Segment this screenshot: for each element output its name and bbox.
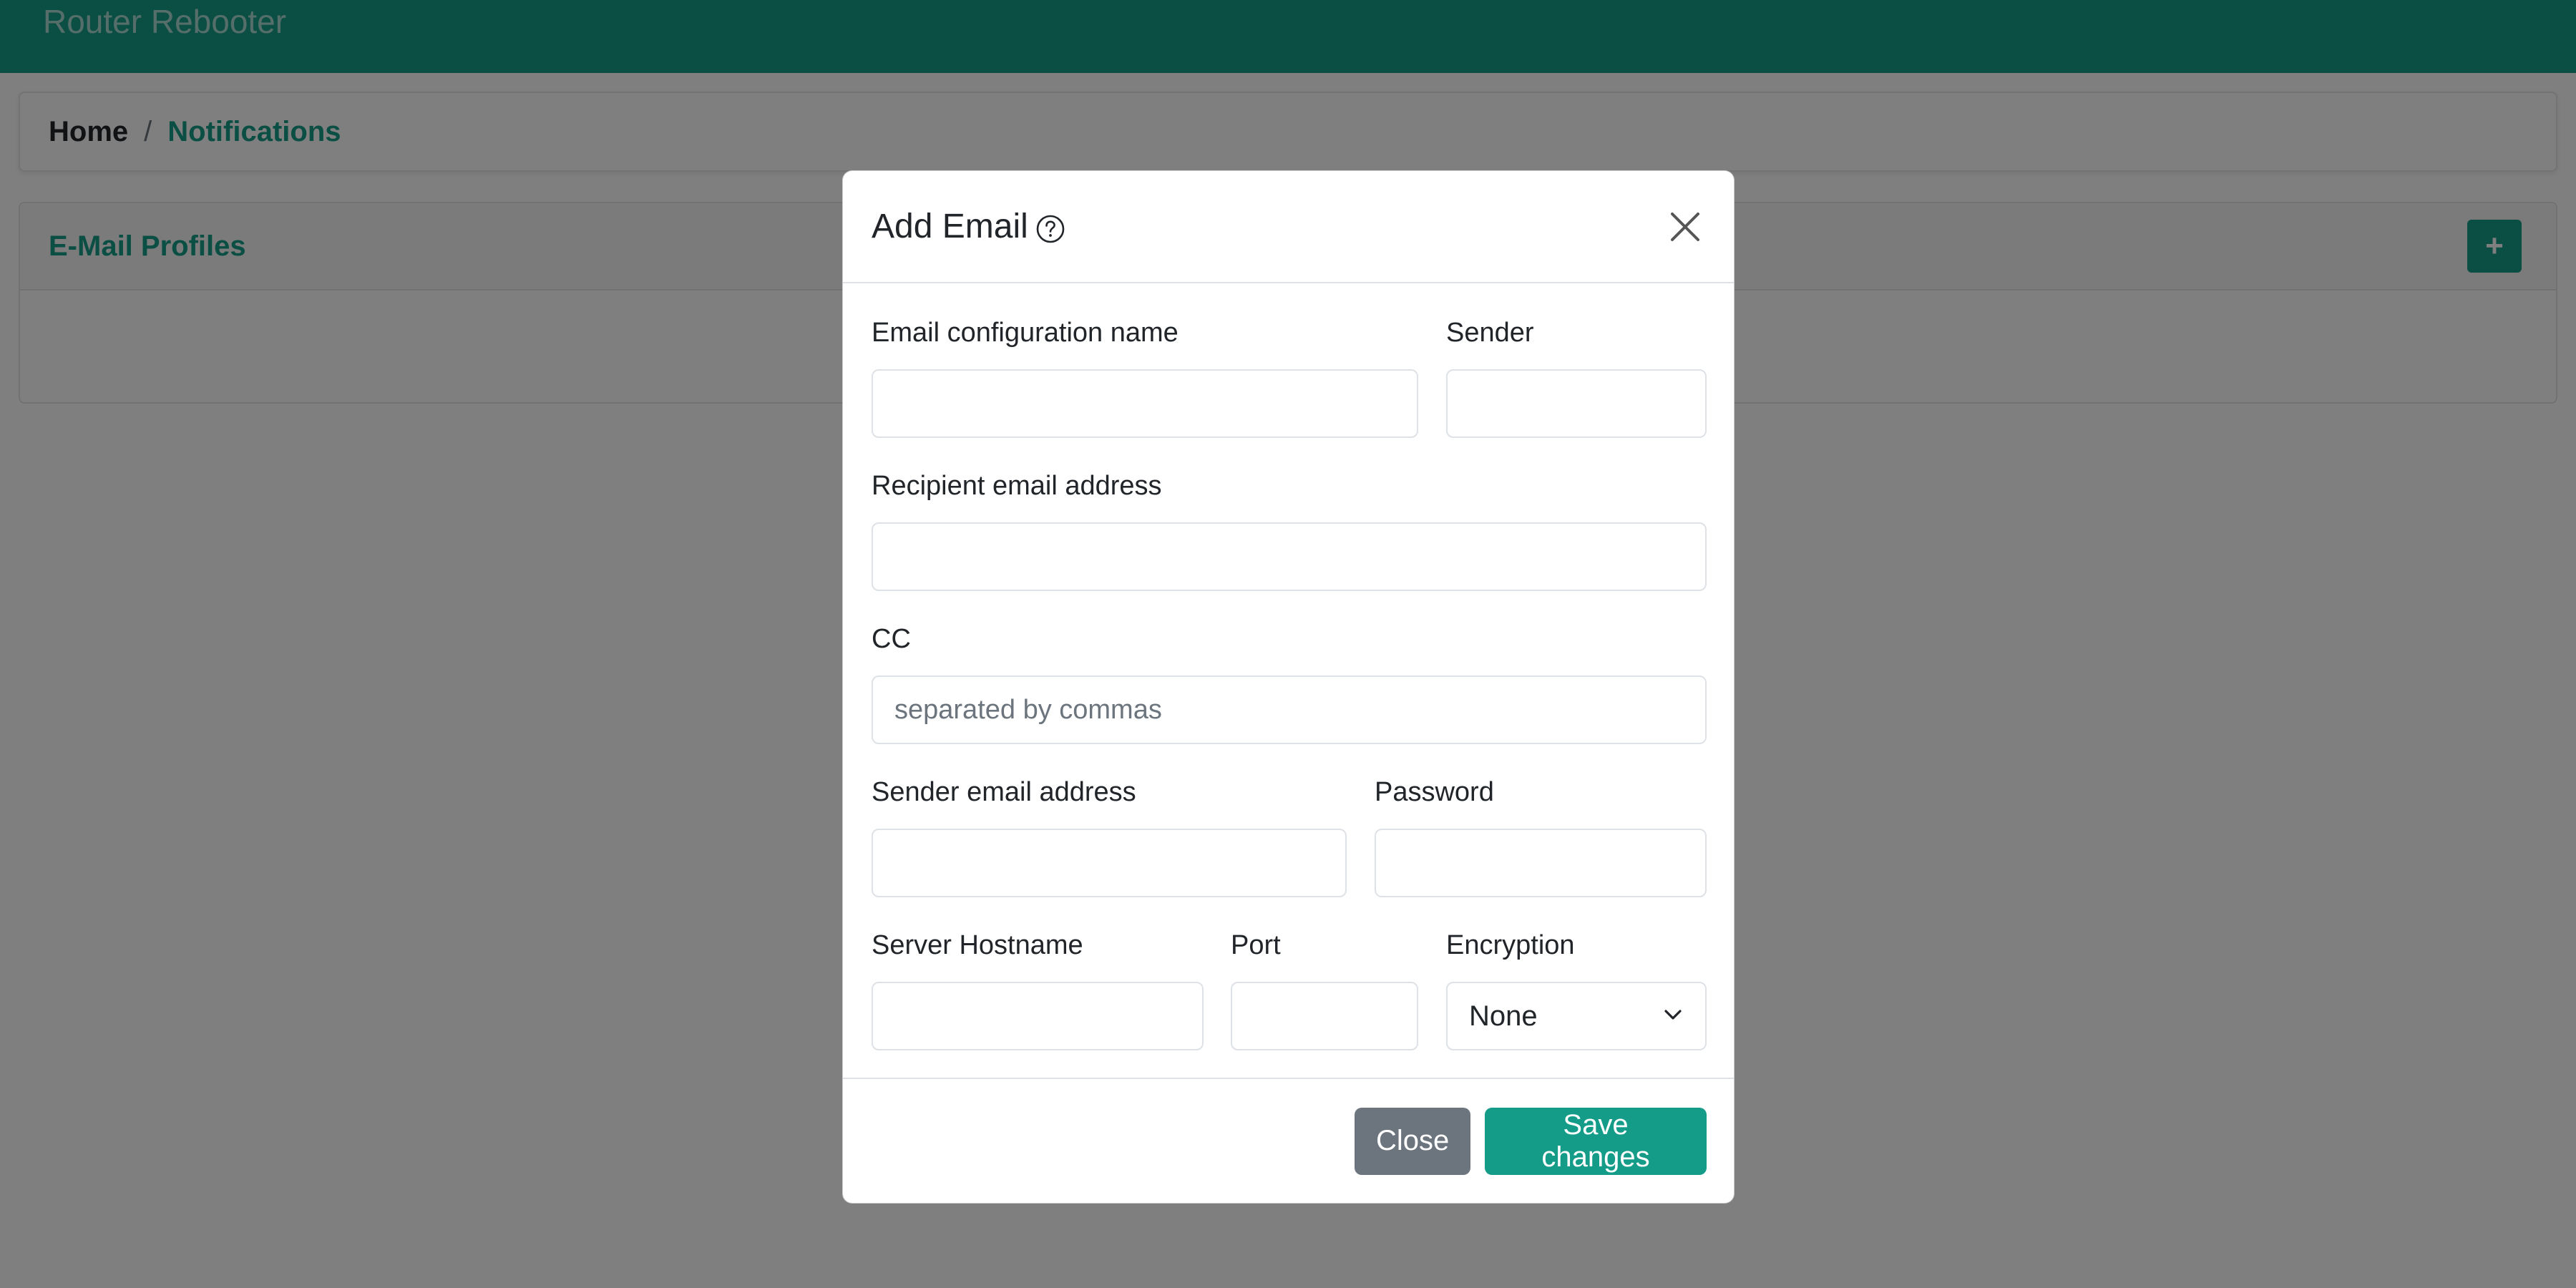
- cc-label: CC: [872, 624, 911, 654]
- port-label: Port: [1231, 930, 1281, 960]
- encryption-label: Encryption: [1446, 930, 1575, 960]
- server-hostname-label: Server Hostname: [872, 930, 1083, 960]
- modal-body: Email configuration name Sender Recipien…: [843, 283, 1734, 1078]
- add-email-modal: Add Email Email configuration name Sende…: [842, 170, 1735, 1204]
- modal-header: Add Email: [843, 171, 1734, 283]
- question-circle-icon[interactable]: [1035, 214, 1065, 244]
- config-name-label: Email configuration name: [872, 318, 1179, 348]
- save-changes-button[interactable]: Save changes: [1485, 1107, 1707, 1175]
- server-hostname-input[interactable]: [872, 982, 1204, 1050]
- port-input[interactable]: [1231, 982, 1418, 1050]
- modal-title: Add Email: [872, 207, 1065, 246]
- password-label: Password: [1375, 777, 1494, 807]
- config-name-input[interactable]: [872, 369, 1418, 438]
- encryption-select[interactable]: None: [1446, 982, 1707, 1050]
- sender-input[interactable]: [1446, 369, 1707, 438]
- chevron-down-icon: [1662, 1000, 1684, 1033]
- password-input[interactable]: [1375, 829, 1707, 897]
- close-icon[interactable]: [1664, 205, 1707, 248]
- recipient-label: Recipient email address: [872, 471, 1162, 501]
- sender-email-input[interactable]: [872, 829, 1347, 897]
- cc-input[interactable]: [872, 675, 1707, 744]
- sender-email-label: Sender email address: [872, 777, 1136, 807]
- sender-label: Sender: [1446, 318, 1534, 348]
- modal-title-text: Add Email: [872, 208, 1028, 245]
- modal-footer: Close Save changes: [843, 1078, 1734, 1203]
- close-button[interactable]: Close: [1355, 1107, 1470, 1175]
- encryption-selected-value: None: [1469, 1000, 1538, 1032]
- recipient-input[interactable]: [872, 522, 1707, 591]
